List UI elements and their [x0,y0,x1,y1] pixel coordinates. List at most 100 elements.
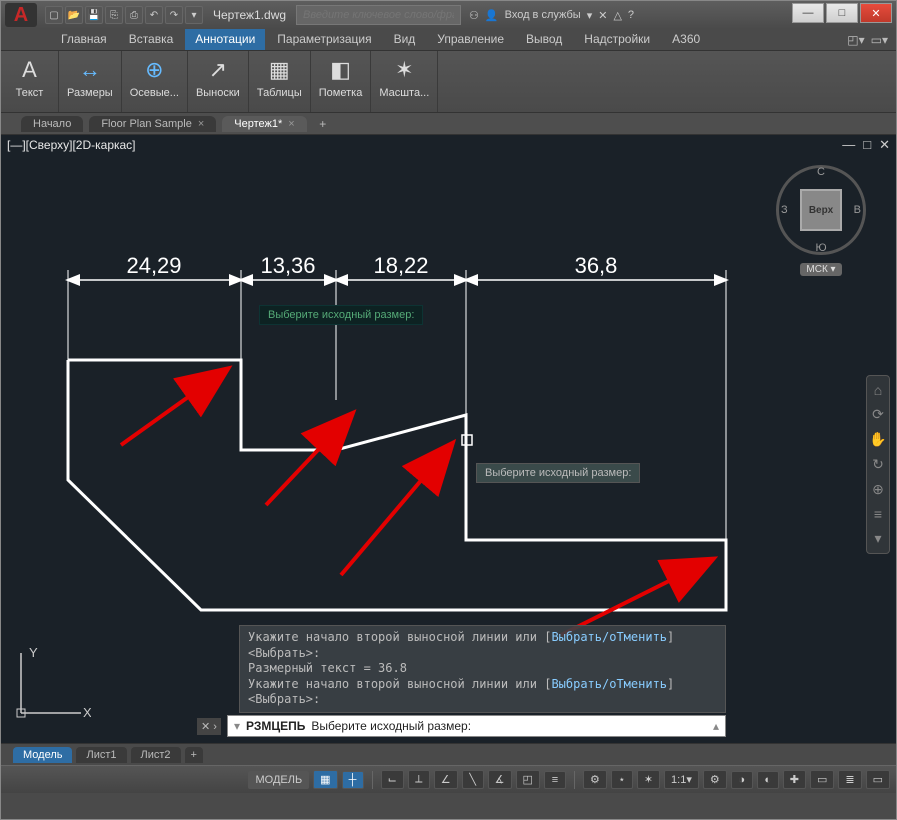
app-logo[interactable]: A [5,3,37,27]
viewcube-east[interactable]: В [854,204,861,216]
ribbon-tables-panel[interactable]: ▦ Таблицы [249,51,311,112]
ucs-badge[interactable]: МСК ▾ [800,263,841,276]
status-model-button[interactable]: МОДЕЛЬ [248,771,309,789]
login-dropdown-icon[interactable]: ▾ [587,9,593,22]
layout-tab-sheet2[interactable]: Лист2 [131,747,181,763]
nav-pan-icon[interactable]: ✋ [869,431,886,448]
nav-zoom-icon[interactable]: ⊕ [872,481,884,498]
nav-orbit-icon[interactable]: ↻ [872,456,884,473]
viewport-maximize-icon[interactable]: □ [863,137,871,153]
ribbon-dimension-panel[interactable]: ↔ Размеры [59,51,122,112]
layout-tab-sheet1[interactable]: Лист1 [76,747,126,763]
status-angle-icon[interactable]: ∠ [434,770,458,789]
exchange-icon[interactable]: ✕ [598,9,607,22]
viewport-minimize-icon[interactable]: — [842,137,855,153]
search-input[interactable] [296,5,461,25]
user-icon[interactable]: 👤 [485,9,499,22]
layout-tab-add[interactable]: + [185,747,203,763]
cmdline-up-icon[interactable]: ▴ [713,719,719,733]
titlebar: A ▢ 📂 💾 ⎘ ⎙ ↶ ↷ ▾ Чертеж1.dwg ⚇ 👤 Вход в… [1,1,896,29]
tab-a360[interactable]: A360 [662,29,710,50]
cloud-icon[interactable]: △ [613,9,621,22]
doc-tab-close-icon[interactable]: × [288,118,294,130]
doc-tab-add-button[interactable]: + [313,117,333,131]
status-half2-icon[interactable]: ◐ [757,771,779,789]
status-ortho-icon[interactable]: ⌙ [381,770,404,789]
markup-icon: ◧ [324,55,358,85]
qat-saveas-icon[interactable]: ⎘ [105,6,123,24]
layout-tab-model[interactable]: Модель [13,747,72,763]
svg-text:Y: Y [29,645,38,660]
ribbon-centerline-panel[interactable]: ⊕ Осевые... [122,51,188,112]
status-gear2-icon[interactable]: ⚙ [703,770,727,789]
nav-home-icon[interactable]: ⌂ [874,382,882,398]
help-icon[interactable]: ? [628,9,634,21]
nav-show-icon[interactable]: ≡ [874,506,882,522]
command-line[interactable]: ▾ РЗМЦЕПЬ Выберите исходный размер: ▴ [227,715,726,737]
status-half1-icon[interactable]: ◑ [731,771,753,789]
ribbon-text-caption: Текст [16,87,44,99]
nav-wheel-icon[interactable]: ⟳ [872,406,884,423]
doc-tab-floorplan[interactable]: Floor Plan Sample× [89,116,216,132]
close-button[interactable]: ✕ [860,3,892,23]
qat-redo-icon[interactable]: ↷ [165,6,183,24]
tab-addins[interactable]: Надстройки [574,29,660,50]
tab-home[interactable]: Главная [51,29,117,50]
status-star-icon[interactable]: ⋆ [611,770,633,789]
qat-new-icon[interactable]: ▢ [45,6,63,24]
dim-text-4: 36,8 [575,253,618,278]
cmdline-expand-icon[interactable]: ▾ [234,719,240,733]
tab-parametric[interactable]: Параметризация [267,29,381,50]
minimize-button[interactable]: — [792,3,824,23]
doc-tab-close-icon[interactable]: × [198,118,204,130]
status-custom-icon[interactable]: ≣ [838,770,861,789]
status-anno-icon[interactable]: ✶ [637,770,660,789]
status-scale[interactable]: 1:1 ▾ [664,770,699,789]
status-osnap-icon[interactable]: ∡ [488,770,512,789]
qat-save-icon[interactable]: 💾 [85,6,103,24]
nav-more-icon[interactable]: ▾ [874,530,881,547]
tab-featured-icon[interactable]: ◰▾ [847,33,864,47]
qat-dropdown-icon[interactable]: ▾ [185,6,203,24]
ribbon-leader-caption: Выноски [196,87,240,99]
ribbon-leader-panel[interactable]: ↗ Выноски [188,51,249,112]
qat-print-icon[interactable]: ⎙ [125,6,143,24]
qat-undo-icon[interactable]: ↶ [145,6,163,24]
status-clean-icon[interactable]: ▭ [866,770,890,789]
tab-insert[interactable]: Вставка [119,29,184,50]
status-gear-icon[interactable]: ⚙ [583,770,607,789]
viewcube-north[interactable]: С [817,166,825,178]
ribbon: A Текст ↔ Размеры ⊕ Осевые... ↗ Выноски … [1,51,896,113]
status-plus-icon[interactable]: ✚ [783,770,806,789]
viewcube-west[interactable]: З [781,204,788,216]
status-viewport-icon[interactable]: ▭ [810,770,834,789]
status-grid-icon[interactable]: ▦ [313,770,337,789]
doc-tab-start[interactable]: Начало [21,116,83,132]
status-lineweight-icon[interactable]: ≡ [544,771,566,789]
tab-annotation[interactable]: Аннотации [185,29,265,50]
tab-output[interactable]: Вывод [516,29,572,50]
command-tooltip-dim: Выберите исходный размер: [259,305,423,325]
status-otrack-icon[interactable]: ◰ [516,770,540,789]
status-iso-icon[interactable]: ╲ [462,770,484,789]
tab-manage[interactable]: Управление [427,29,514,50]
status-polar-icon[interactable]: ⟂ [408,770,430,789]
viewport-label[interactable]: [—][Сверху][2D-каркас] [7,138,136,152]
infocenter-icon[interactable]: ⚇ [469,9,479,22]
viewcube[interactable]: С Ю В З Верх МСК ▾ [776,165,866,276]
cmdline-close-icon[interactable]: ✕ › [197,718,221,735]
viewport-close-icon[interactable]: ✕ [879,137,890,153]
maximize-button[interactable]: □ [826,3,858,23]
viewcube-face[interactable]: Верх [800,189,842,231]
doc-tab-current[interactable]: Чертеж1*× [222,116,306,132]
tab-view[interactable]: Вид [384,29,426,50]
drawing-canvas[interactable]: 24,29 13,36 18,22 36,8 Выберите исходный… [1,155,896,743]
ribbon-scale-panel[interactable]: ✶ Масшта... [371,51,438,112]
status-snap-icon[interactable]: ┼ [342,771,364,789]
ribbon-markup-panel[interactable]: ◧ Пометка [311,51,372,112]
viewcube-south[interactable]: Ю [815,242,826,254]
ribbon-text-panel[interactable]: A Текст [1,51,59,112]
qat-open-icon[interactable]: 📂 [65,6,83,24]
login-label[interactable]: Вход в службы [505,9,581,21]
ribbon-collapse-icon[interactable]: ▭▾ [871,33,888,47]
